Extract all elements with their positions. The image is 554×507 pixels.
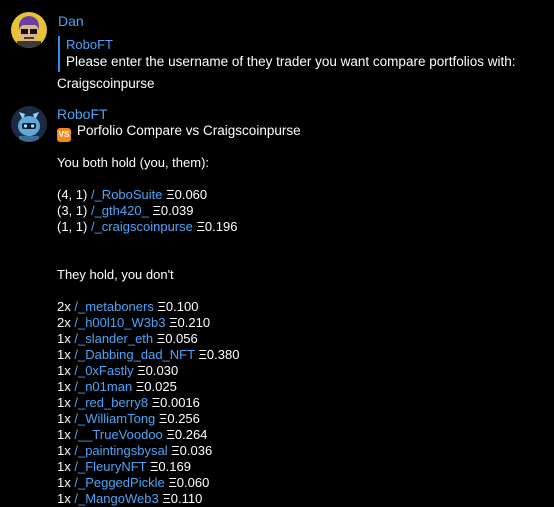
user-link[interactable]: /__TrueVoodoo xyxy=(74,427,162,442)
reply-text: Please enter the username of they trader… xyxy=(66,54,516,69)
message-title: VS Porfolio Compare vs Craigscoinpurse xyxy=(57,123,301,142)
list-item: (4, 1) /_RoboSuite Ξ0.060 xyxy=(57,187,208,202)
both-hold-heading: You both hold (you, them): xyxy=(57,155,210,170)
list-item: 1x /_n01man Ξ0.025 xyxy=(57,379,177,394)
they-hold-heading: They hold, you don't xyxy=(57,267,174,282)
list-item: (3, 1) /_gth420_ Ξ0.039 xyxy=(57,203,194,218)
user-link[interactable]: /_MangoWeb3 xyxy=(74,491,158,506)
user-link[interactable]: /_craigscoinpurse xyxy=(91,219,193,234)
user-link[interactable]: /_gth420_ xyxy=(91,203,149,218)
sender-name[interactable]: Dan xyxy=(58,13,84,29)
list-item: 1x /_Dabbing_dad_NFT Ξ0.380 xyxy=(57,347,240,362)
user-link[interactable]: /_h00l10_W3b3 xyxy=(74,315,165,330)
list-item: 1x /_0xFastly Ξ0.030 xyxy=(57,363,179,378)
user-link[interactable]: /_WilliamTong xyxy=(74,411,155,426)
user-link[interactable]: /_Dabbing_dad_NFT xyxy=(74,347,194,362)
user-link[interactable]: /_metaboners xyxy=(74,299,154,314)
message-text: Craigscoinpurse xyxy=(57,76,155,91)
user-link[interactable]: /_paintingsbysal xyxy=(74,443,167,458)
user-link[interactable]: /_PeggedPickle xyxy=(74,475,164,490)
message-roboft: RoboFT VS Porfolio Compare vs Craigscoinp… xyxy=(0,100,554,506)
title-text: Porfolio Compare vs Craigscoinpurse xyxy=(77,123,301,138)
list-item: 1x /_red_berry8 Ξ0.0016 xyxy=(57,395,200,410)
user-link[interactable]: /_RoboSuite xyxy=(91,187,163,202)
user-link[interactable]: /_FleuryNFT xyxy=(74,459,146,474)
reply-sender: RoboFT xyxy=(66,37,113,52)
list-item: 2x /_metaboners Ξ0.100 xyxy=(57,299,199,314)
list-item: 1x /_MangoWeb3 Ξ0.110 xyxy=(57,491,203,506)
list-item: 1x /_FleuryNFT Ξ0.169 xyxy=(57,459,191,474)
list-item: 1x /__TrueVoodoo Ξ0.264 xyxy=(57,427,208,442)
list-item: 1x /_PeggedPickle Ξ0.060 xyxy=(57,475,210,490)
user-link[interactable]: /_slander_eth xyxy=(74,331,153,346)
list-item: (1, 1) /_craigscoinpurse Ξ0.196 xyxy=(57,219,238,234)
roboft-avatar[interactable] xyxy=(11,106,47,142)
list-item: 1x /_slander_eth Ξ0.056 xyxy=(57,331,198,346)
vs-icon: VS xyxy=(57,128,71,142)
list-item: 1x /_paintingsbysal Ξ0.036 xyxy=(57,443,213,458)
reply-quote[interactable]: RoboFT Please enter the username of they… xyxy=(58,36,554,72)
user-link[interactable]: /_0xFastly xyxy=(74,363,133,378)
list-item: 2x /_h00l10_W3b3 Ξ0.210 xyxy=(57,315,211,330)
dan-avatar[interactable] xyxy=(11,12,47,48)
user-link[interactable]: /_red_berry8 xyxy=(74,395,148,410)
message-dan: Dan RoboFT Please enter the username of … xyxy=(0,0,554,100)
user-link[interactable]: /_n01man xyxy=(74,379,132,394)
list-item: 1x /_WilliamTong Ξ0.256 xyxy=(57,411,200,426)
sender-name[interactable]: RoboFT xyxy=(57,106,108,122)
